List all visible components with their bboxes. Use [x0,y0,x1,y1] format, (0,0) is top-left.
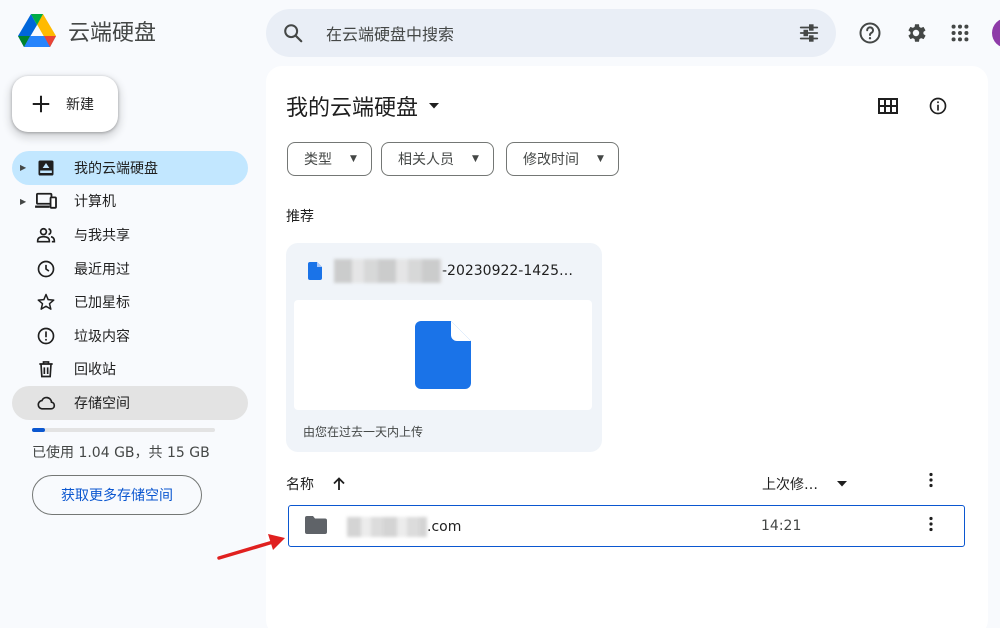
row-filename: .com [347,517,461,537]
sidebar-item-storage[interactable]: 存储空间 [12,386,248,420]
page-title[interactable]: 我的云端硬盘 [286,90,440,122]
storage-usage-fill [32,428,45,432]
sidebar-item-recent[interactable]: 最近用过 [12,252,248,286]
doc-file-icon [308,262,322,280]
storage-usage-text: 已使用 1.04 GB，共 15 GB [32,445,210,461]
column-name-label: 名称 [286,477,314,493]
sidebar-item-spam[interactable]: 垃圾内容 [12,319,248,353]
main-panel: 我的云端硬盘 类型 ▼ 相关人员 ▼ 修改时间 ▼ 推荐 -20230922-1425… [266,66,988,628]
settings-gear-icon[interactable] [903,20,929,46]
more-vert-icon[interactable] [929,472,933,492]
grid-view-icon[interactable] [876,94,900,118]
card-footer: 由您在过去一天内上传 [303,425,424,439]
storage-usage-bar [32,428,215,432]
sidebar-item-shared[interactable]: 与我共享 [12,218,248,252]
sidebar-item-label: 我的云端硬盘 [74,160,158,177]
search-bar[interactable]: 在云端硬盘中搜索 [266,9,836,57]
apps-grid-icon[interactable] [947,20,973,46]
trash-icon [34,357,58,381]
get-more-storage-button[interactable]: 获取更多存储空间 [32,475,202,515]
table-row[interactable]: .com 14:21 [288,505,965,547]
drive-logo-icon [18,14,56,47]
sort-arrow-up-icon[interactable] [332,477,346,491]
help-icon[interactable] [857,20,883,46]
sidebar-item-starred[interactable]: 已加星标 [12,285,248,319]
sidebar-nav: ▶ 我的云端硬盘 ▶ 计算机 与我共享 最近用过 已加星标 垃圾内容 回收站 存… [12,151,248,420]
filter-chip-modified[interactable]: 修改时间 ▼ [506,142,619,176]
sidebar-item-label: 回收站 [74,362,116,379]
expand-caret-icon[interactable]: ▶ [20,163,28,172]
new-button-label: 新建 [66,97,94,113]
card-header: -20230922-1425… [308,259,573,283]
plus-icon [32,95,50,113]
new-button[interactable]: 新建 [12,76,118,132]
search-icon[interactable] [282,22,304,44]
redacted-filename [334,259,442,283]
cloud-icon [34,391,58,415]
suggested-heading: 推荐 [286,209,314,225]
file-preview [294,300,592,410]
shared-people-icon [34,223,58,247]
my-drive-icon [34,156,58,180]
more-vert-icon[interactable] [929,516,933,536]
chevron-down-icon: ▼ [472,154,479,164]
chevron-down-icon: ▼ [350,154,357,164]
chevron-down-icon [429,103,440,109]
sidebar-item-label: 最近用过 [74,261,130,278]
sidebar-item-trash[interactable]: 回收站 [12,353,248,387]
redacted-filename [347,517,427,537]
clock-icon [34,257,58,281]
search-input[interactable]: 在云端硬盘中搜索 [326,21,798,45]
folder-icon [305,516,327,534]
page-title-label: 我的云端硬盘 [286,96,419,121]
sidebar-item-computers[interactable]: ▶ 计算机 [12,185,248,219]
annotation-arrow-icon [217,534,285,560]
info-icon[interactable] [926,94,950,118]
sidebar-item-label: 存储空间 [74,395,130,412]
filter-chip-label: 相关人员 [398,152,454,168]
search-options-icon[interactable] [798,22,820,44]
chevron-down-icon [837,481,847,487]
expand-caret-icon[interactable]: ▶ [20,197,28,206]
sidebar-item-my-drive[interactable]: ▶ 我的云端硬盘 [12,151,248,185]
sidebar-item-label: 与我共享 [74,227,130,244]
row-filename-suffix: .com [427,519,462,535]
filter-chip-type[interactable]: 类型 ▼ [287,142,372,176]
sidebar-item-label: 计算机 [74,194,116,211]
star-icon [34,290,58,314]
column-modified[interactable]: 上次修… [762,474,848,494]
column-modified-label: 上次修… [762,477,818,493]
filter-chip-people[interactable]: 相关人员 ▼ [381,142,494,176]
filter-chip-label: 类型 [304,152,332,168]
column-name[interactable]: 名称 [286,474,346,494]
drive-logo[interactable]: 云端硬盘 [18,14,156,48]
file-list-header: 名称 上次修… [286,472,966,496]
sidebar-item-label: 垃圾内容 [74,328,130,345]
row-modified-time: 14:21 [761,518,802,534]
spam-warning-icon [34,324,58,348]
computers-icon [34,189,58,213]
suggested-file-card[interactable]: -20230922-1425… 由您在过去一天内上传 [286,243,602,452]
card-filename: -20230922-1425… [442,263,573,279]
doc-file-icon [415,321,471,389]
filter-chip-label: 修改时间 [523,152,579,168]
avatar[interactable] [992,18,1000,48]
sidebar-item-label: 已加星标 [74,295,130,312]
app-title: 云端硬盘 [68,21,157,46]
chevron-down-icon: ▼ [597,154,604,164]
